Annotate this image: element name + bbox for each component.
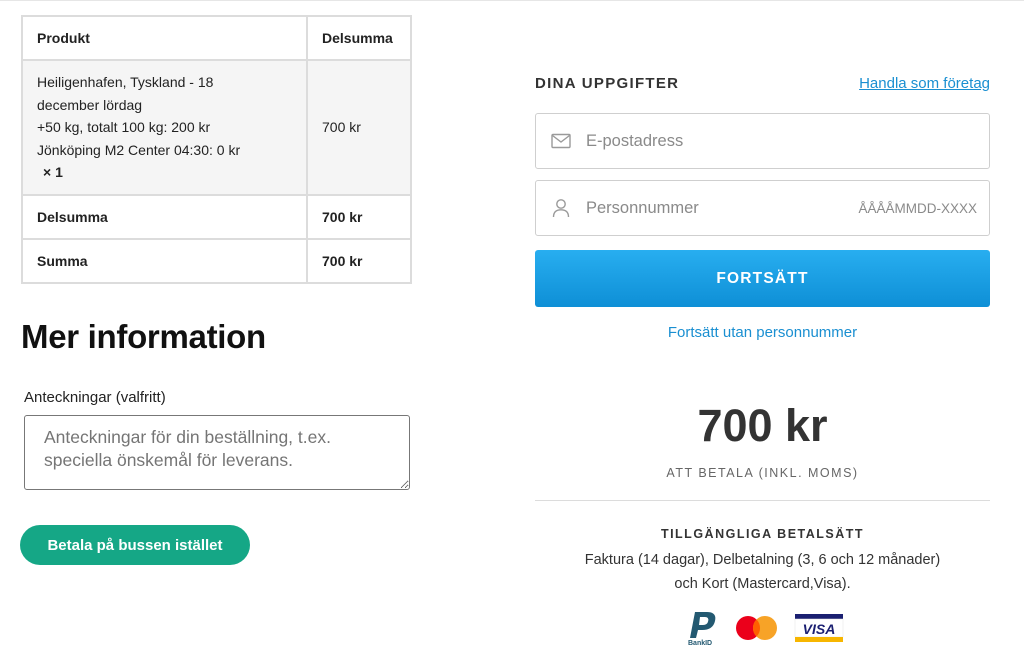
subtotal-value: 700 kr (306, 193, 412, 240)
product-date-line: december lördag (37, 96, 143, 113)
continue-button[interactable]: FORTSÄTT (535, 250, 990, 307)
amount-due: 700 kr (697, 400, 828, 451)
total-value: 700 kr (306, 237, 412, 284)
personal-number-format-hint: ÅÅÅÅMMDD-XXXX (858, 200, 977, 216)
subtotal-row: Delsumma 700 kr (21, 193, 412, 240)
product-quantity: × 1 (43, 164, 63, 180)
continue-without-personal-number-link[interactable]: Fortsätt utan personnummer (535, 324, 990, 341)
email-placeholder: E-postadress (586, 131, 684, 150)
visa-label: VISA (803, 621, 836, 637)
table-header-row: Produkt Delsumma (21, 15, 412, 61)
buy-as-company-link[interactable]: Handla som företag (859, 75, 990, 92)
envelope-icon (550, 130, 572, 152)
amount-due-label: ATT BETALA (INKL. MOMS) (666, 466, 859, 480)
subtotal-label: Delsumma (21, 193, 308, 240)
pay-on-bus-button[interactable]: Betala på bussen istället (20, 525, 250, 565)
more-info-heading: Mer information (21, 318, 266, 355)
visa-icon: VISA (794, 614, 844, 642)
payment-methods-text: Faktura (14 dagar), Delbetalning (3, 6 o… (584, 552, 941, 592)
personal-number-placeholder: Personnummer (586, 198, 699, 217)
product-option-pickup: Jönköping M2 Center 04:30: 0 kr (37, 141, 241, 158)
product-price: 700 kr (306, 59, 412, 196)
top-divider (0, 0, 1024, 1)
column-header-product: Produkt (21, 15, 308, 61)
order-summary-table: Produkt Delsumma Heiligenhafen, Tyskland… (21, 15, 412, 284)
personal-number-field[interactable]: Personnummer ÅÅÅÅMMDD-XXXX (535, 180, 990, 236)
payment-methods-title: TILLGÄNGLIGA BETALSÄTT (660, 527, 865, 541)
table-row: Heiligenhafen, Tyskland - 18 december lö… (21, 59, 412, 196)
bankid-icon: BankID (688, 612, 716, 647)
product-cell: Heiligenhafen, Tyskland - 18 december lö… (21, 59, 308, 196)
divider (535, 500, 990, 501)
your-details-heading: DINA UPPGIFTER (535, 75, 680, 92)
email-field[interactable]: E-postadress (535, 113, 990, 169)
bankid-label: BankID (688, 640, 712, 647)
total-row: Summa 700 kr (21, 237, 412, 284)
payment-logos: BankID VISA (685, 608, 845, 648)
notes-label: Anteckningar (valfritt) (24, 389, 166, 406)
product-name-line: Heiligenhafen, Tyskland - 18 (37, 74, 214, 90)
notes-textarea[interactable] (24, 415, 410, 490)
total-label: Summa (21, 237, 308, 284)
product-option-weight: +50 kg, totalt 100 kg: 200 kr (37, 119, 211, 135)
user-icon (550, 197, 572, 219)
mastercard-icon (736, 616, 777, 640)
column-header-subtotal: Delsumma (306, 15, 412, 61)
